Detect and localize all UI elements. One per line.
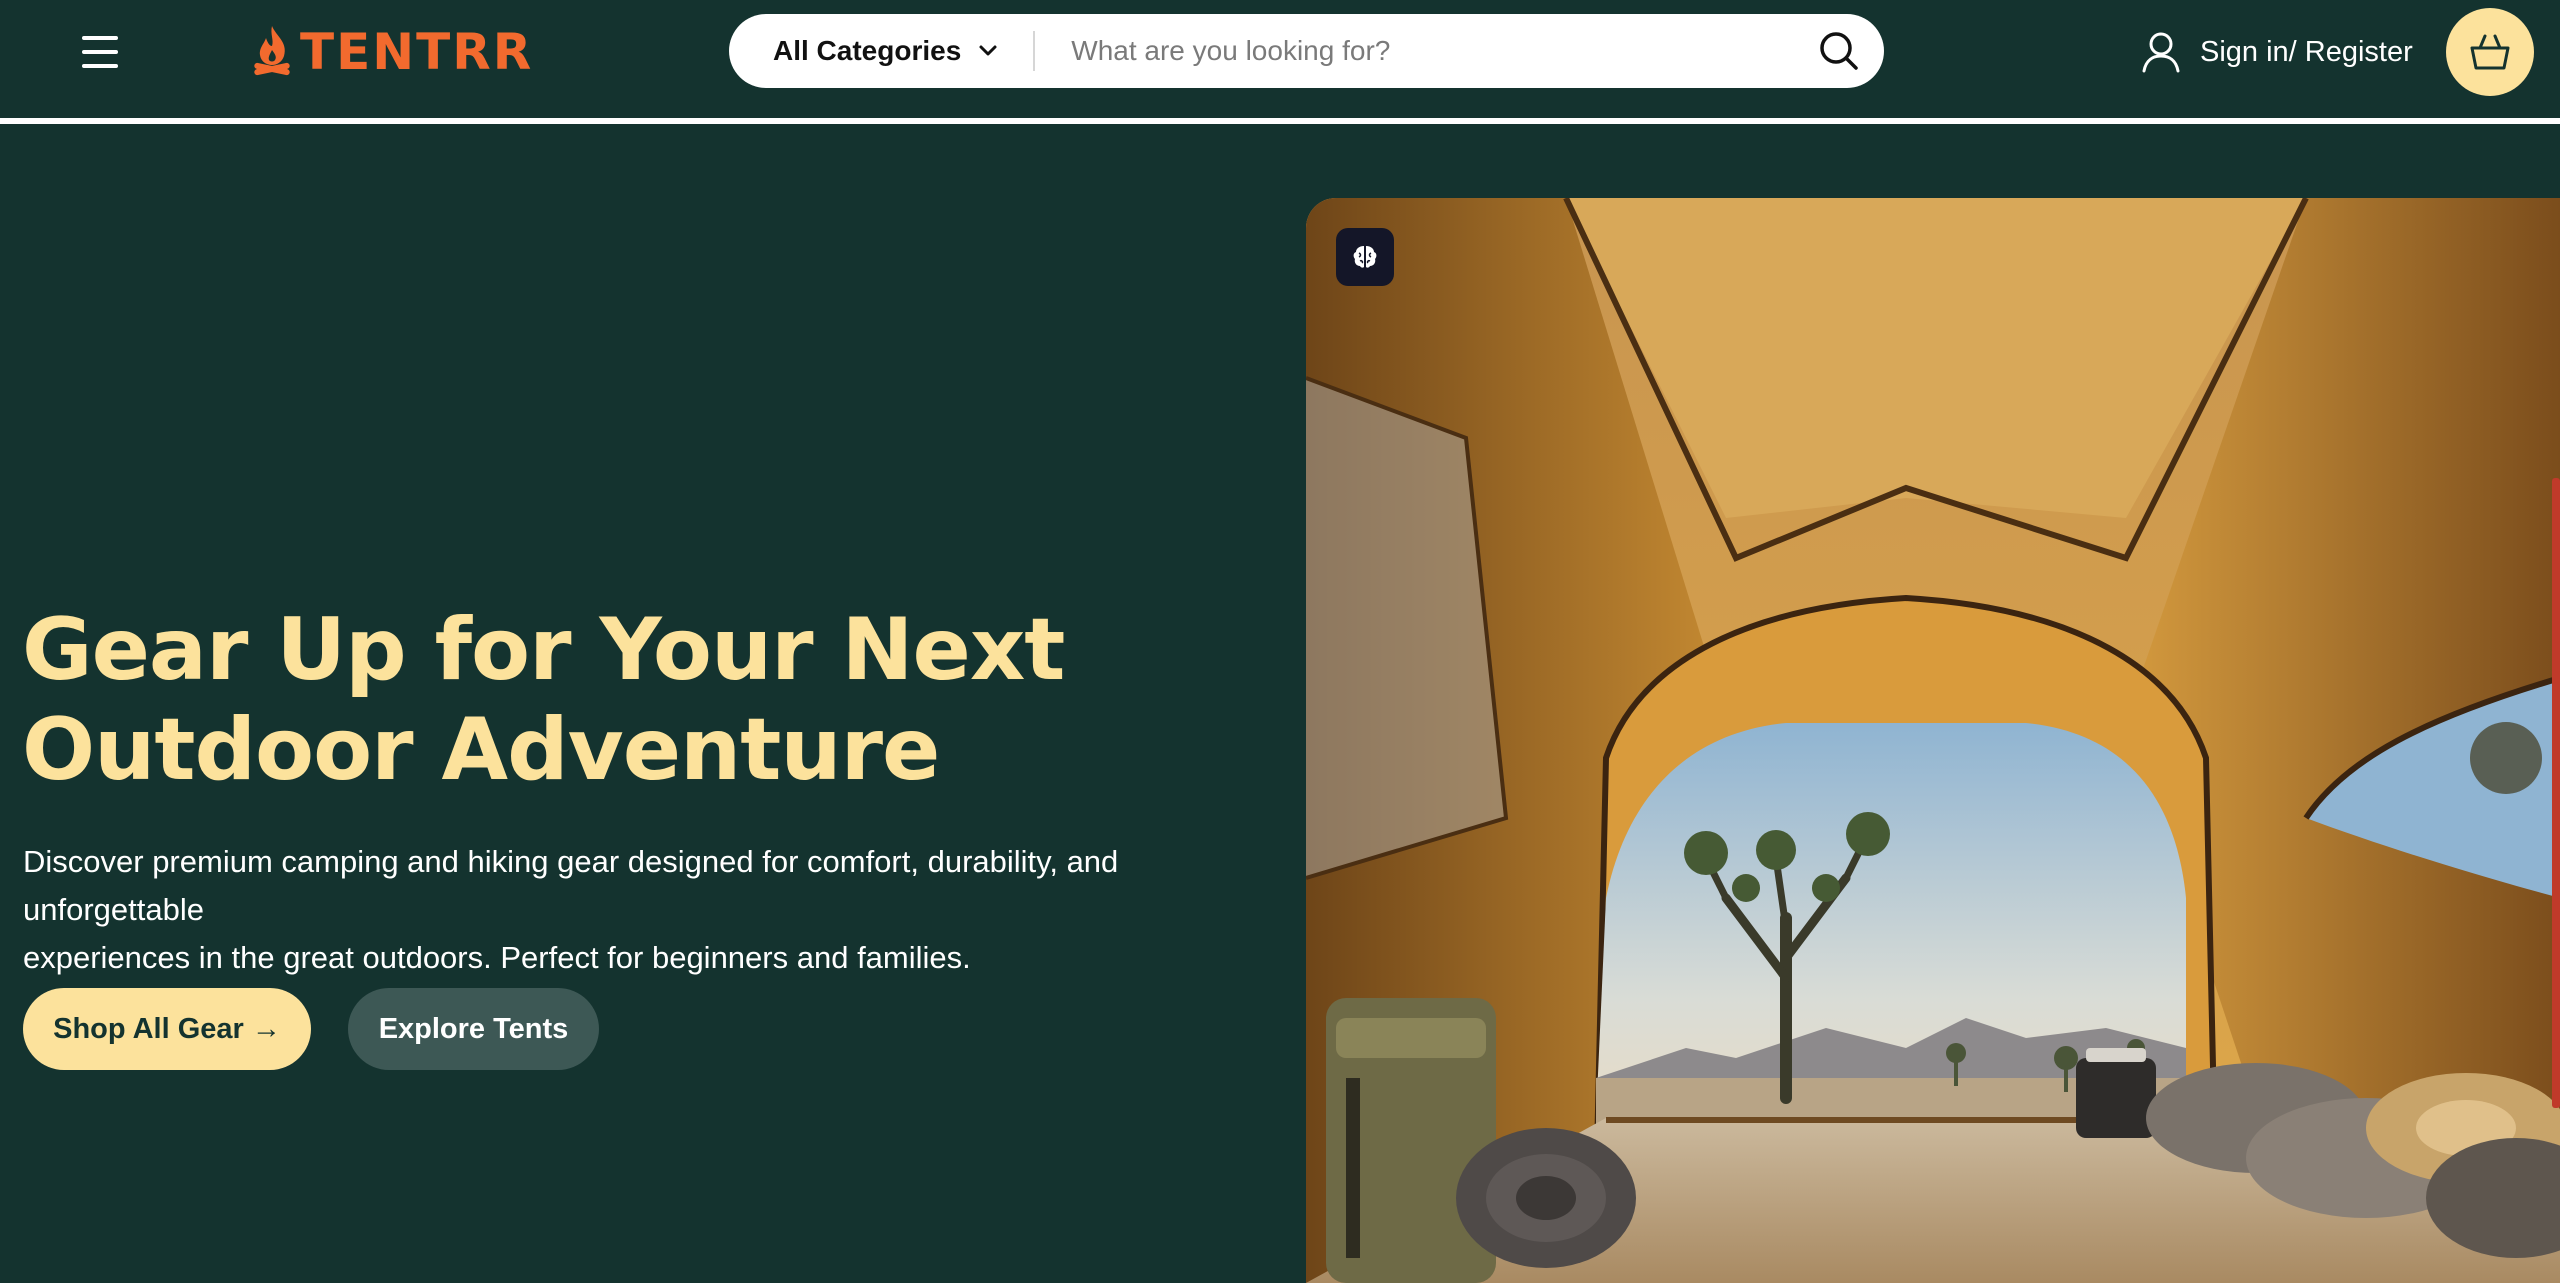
site-header: TENTRR All Categories Sign in/ Register <box>0 0 2560 124</box>
hero-description-line-2: experiences in the great outdoors. Perfe… <box>23 940 971 975</box>
category-select-label: All Categories <box>773 35 962 66</box>
brand-logo[interactable]: TENTRR <box>250 22 533 82</box>
search-button[interactable] <box>1794 14 1884 88</box>
category-select[interactable]: All Categories <box>729 14 1033 88</box>
hero-title: Gear Up for Your Next Outdoor Adventure <box>22 600 1222 800</box>
signin-register-link[interactable]: Sign in/ Register <box>2140 26 2413 78</box>
search-bar: All Categories <box>729 14 1884 88</box>
hero-image-tent-interior <box>1306 198 2560 1283</box>
search-icon <box>1820 32 1858 70</box>
hamburger-menu-icon[interactable] <box>72 28 128 76</box>
cart-button[interactable] <box>2446 8 2534 96</box>
ai-badge[interactable] <box>1336 228 1394 286</box>
hero-title-line-2: Outdoor Adventure <box>22 700 940 800</box>
explore-tents-button[interactable]: Explore Tents <box>348 988 599 1070</box>
search-input[interactable] <box>1035 14 1794 88</box>
brain-icon <box>1353 246 1377 268</box>
shop-all-gear-button[interactable]: Shop All Gear → <box>23 988 311 1070</box>
campfire-logo-icon <box>254 26 290 76</box>
hero-description: Discover premium camping and hiking gear… <box>23 838 1303 982</box>
chevron-down-icon <box>979 45 997 56</box>
header-divider <box>0 118 2560 124</box>
user-icon <box>2142 32 2180 73</box>
signin-label: Sign in/ Register <box>2200 35 2413 68</box>
shopping-basket-icon <box>2470 34 2510 70</box>
hero-description-line-1: Discover premium camping and hiking gear… <box>23 844 1119 927</box>
hero-title-line-1: Gear Up for Your Next <box>22 600 1065 700</box>
brand-name: TENTRR <box>300 23 534 81</box>
